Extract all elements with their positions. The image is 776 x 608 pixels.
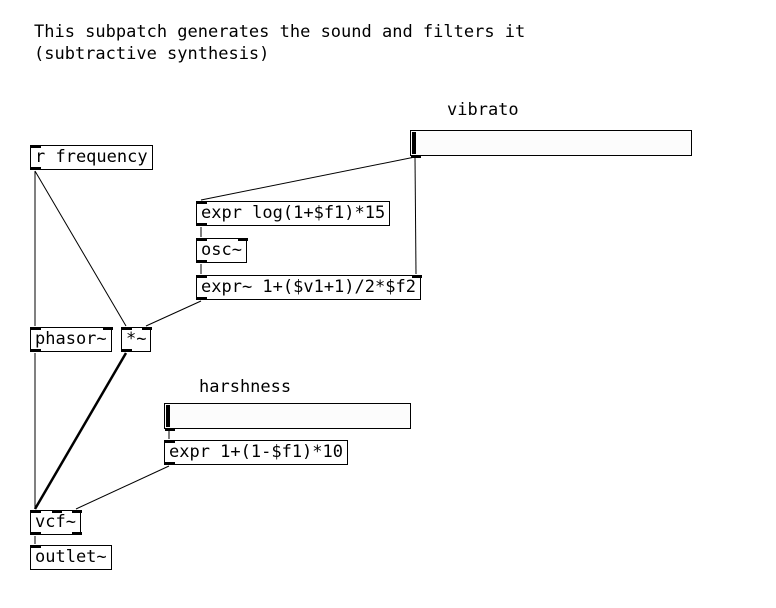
header-line1: This subpatch generates the sound and fi… — [34, 22, 525, 42]
obj-phasor[interactable]: phasor~ — [30, 327, 112, 352]
obj-outlet[interactable]: outlet~ — [30, 545, 112, 570]
obj-expr-mod[interactable]: expr~ 1+($v1+1)/2*$f2 — [196, 275, 421, 300]
slider-thumb — [166, 405, 170, 427]
obj-osc[interactable]: osc~ — [196, 238, 247, 263]
obj-vcf[interactable]: vcf~ — [30, 510, 81, 535]
obj-expr-harshness[interactable]: expr 1+(1-$f1)*10 — [164, 440, 348, 465]
vibrato-slider[interactable] — [410, 130, 692, 156]
label-vibrato: vibrato — [447, 100, 519, 120]
obj-expr-vibrato[interactable]: expr log(1+$f1)*15 — [196, 201, 390, 226]
label-harshness: harshness — [199, 377, 291, 397]
slider-thumb — [412, 132, 416, 154]
harshness-slider[interactable] — [164, 403, 411, 429]
header-line2: (subtractive synthesis) — [34, 44, 269, 64]
obj-multiply[interactable]: *~ — [121, 327, 151, 352]
obj-r-frequency[interactable]: r frequency — [30, 145, 153, 170]
